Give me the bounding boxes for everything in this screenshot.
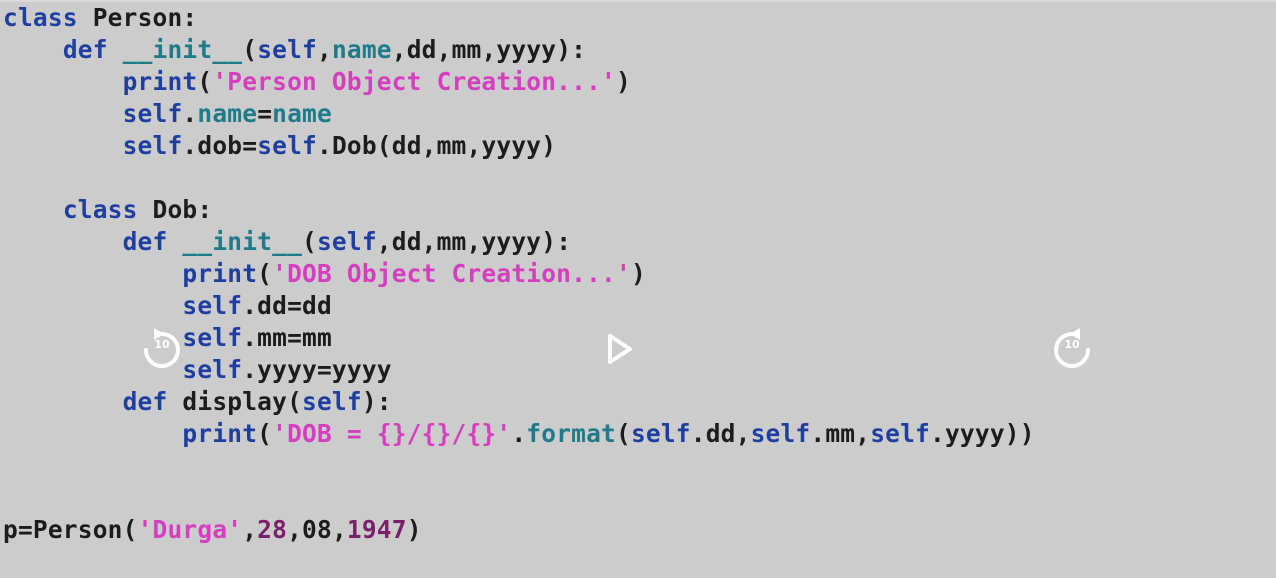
code-token: 28 bbox=[257, 515, 288, 544]
code-line: def __init__(self,name,dd,mm,yyyy): bbox=[3, 34, 1035, 66]
code-token: self bbox=[122, 99, 183, 128]
code-token: self bbox=[316, 227, 377, 256]
code-token: 'Durga' bbox=[137, 515, 243, 544]
code-token: ) bbox=[406, 515, 422, 544]
forward-seconds-label: 10 bbox=[1064, 338, 1080, 351]
code-token: ,dd,mm,yyyy): bbox=[391, 35, 587, 64]
forward-10-button[interactable]: 10 bbox=[1050, 324, 1094, 372]
code-line: class Person: bbox=[3, 2, 1035, 34]
code-token: self bbox=[630, 419, 691, 448]
code-token: name bbox=[197, 99, 258, 128]
code-token: ( bbox=[257, 419, 273, 448]
code-token: = bbox=[257, 99, 273, 128]
play-icon bbox=[608, 334, 632, 364]
code-token: self bbox=[182, 323, 243, 352]
code-token: self bbox=[122, 131, 183, 160]
code-line: print('DOB = {}/{}/{}'.format(self.dd,se… bbox=[3, 418, 1035, 450]
code-token: print bbox=[182, 419, 258, 448]
code-token: , bbox=[331, 515, 347, 544]
code-token: 'DOB Object Creation...' bbox=[272, 259, 631, 288]
code-token: .mm=mm bbox=[242, 323, 332, 352]
code-token: ( bbox=[302, 227, 317, 256]
code-token: name bbox=[272, 99, 332, 128]
code-token: ): bbox=[361, 387, 392, 416]
code-token: ( bbox=[257, 259, 273, 288]
code-token: __init__ bbox=[107, 35, 243, 64]
code-token: self bbox=[302, 387, 362, 416]
code-token: , bbox=[287, 515, 303, 544]
code-token: ) bbox=[630, 259, 646, 288]
code-token: .dob= bbox=[182, 131, 258, 160]
code-token: .Dob(dd,mm,yyyy) bbox=[317, 131, 557, 160]
rewind-10-button[interactable]: 10 bbox=[140, 324, 184, 372]
code-token: , bbox=[317, 35, 332, 64]
code-token: class bbox=[3, 3, 78, 32]
video-frame[interactable]: class Person: def __init__(self,name,dd,… bbox=[0, 0, 1276, 578]
code-token: def bbox=[62, 35, 108, 64]
code-token: def bbox=[122, 227, 168, 256]
code-token: format bbox=[526, 419, 616, 448]
code-line: self.dd=dd bbox=[3, 290, 1035, 322]
code-token: Person: bbox=[77, 3, 198, 32]
code-token: .dd=dd bbox=[242, 291, 332, 320]
code-token: ( bbox=[197, 67, 213, 96]
code-token: p=Person( bbox=[3, 515, 138, 544]
code-token: self bbox=[257, 35, 317, 64]
code-token: print bbox=[122, 67, 198, 96]
code-token: ) bbox=[616, 67, 631, 96]
code-block: class Person: def __init__(self,name,dd,… bbox=[3, 2, 1035, 546]
code-token: .yyyy=yyyy bbox=[242, 355, 392, 384]
code-token: 1947 bbox=[346, 515, 407, 544]
code-token: __init__ bbox=[167, 227, 303, 256]
code-token: .mm, bbox=[810, 419, 871, 448]
code-line: def __init__(self,dd,mm,yyyy): bbox=[3, 226, 1035, 258]
code-token: 08 bbox=[302, 515, 332, 544]
code-token: ,dd,mm,yyyy): bbox=[376, 227, 572, 256]
play-button[interactable] bbox=[600, 328, 638, 370]
code-line: print('Person Object Creation...') bbox=[3, 66, 1035, 98]
rewind-seconds-label: 10 bbox=[154, 338, 170, 351]
code-token: def bbox=[122, 387, 168, 416]
code-token: 'DOB = {}/{}/{}' bbox=[272, 419, 512, 448]
code-token: class bbox=[62, 195, 138, 224]
code-token: display( bbox=[167, 387, 303, 416]
code-token: self bbox=[182, 291, 243, 320]
code-token: Dob: bbox=[137, 195, 213, 224]
code-token: . bbox=[511, 419, 527, 448]
code-token: name bbox=[331, 35, 392, 64]
code-token: ( bbox=[242, 35, 258, 64]
code-token: ( bbox=[616, 419, 631, 448]
code-token: , bbox=[242, 515, 258, 544]
code-token: self bbox=[870, 419, 931, 448]
code-token: self bbox=[257, 131, 317, 160]
code-line: self.name=name bbox=[3, 98, 1035, 130]
code-token: self bbox=[750, 419, 811, 448]
code-token: print bbox=[182, 259, 258, 288]
code-token: . bbox=[182, 99, 198, 128]
code-line: class Dob: bbox=[3, 194, 1035, 226]
code-line: print('DOB Object Creation...') bbox=[3, 258, 1035, 290]
code-token: self bbox=[182, 355, 243, 384]
code-token: .dd, bbox=[690, 419, 751, 448]
code-line: def display(self): bbox=[3, 386, 1035, 418]
code-line: p=Person('Durga',28,08,1947) bbox=[3, 514, 1035, 546]
code-line: self.dob=self.Dob(dd,mm,yyyy) bbox=[3, 130, 1035, 162]
code-token: .yyyy)) bbox=[930, 419, 1035, 448]
code-token: 'Person Object Creation...' bbox=[212, 67, 616, 96]
